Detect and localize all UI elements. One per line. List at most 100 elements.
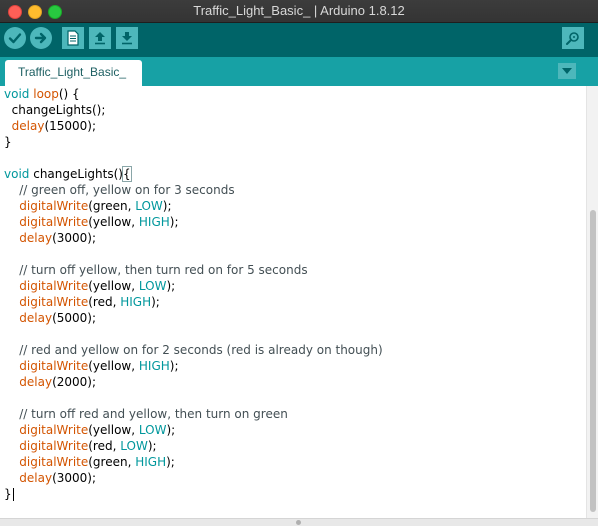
code-token: } [4, 487, 12, 501]
code-token: (yellow, [88, 215, 139, 229]
code-token: ); [169, 215, 179, 229]
chevron-down-icon [562, 68, 572, 74]
code-token: LOW [120, 439, 148, 453]
tab-bar: Traffic_Light_Basic_ [0, 57, 598, 86]
scrollbar-thumb[interactable] [590, 210, 596, 512]
serial-monitor-button[interactable] [562, 27, 584, 49]
code-line[interactable]: } [4, 134, 12, 150]
arduino-ide-window: Traffic_Light_Basic_ | Arduino 1.8.12 Tr… [0, 0, 598, 526]
code-line[interactable]: digitalWrite(green, HIGH); [4, 454, 175, 470]
code-line[interactable]: digitalWrite(yellow, HIGH); [4, 214, 179, 230]
code-token: digitalWrite [19, 359, 89, 373]
code-line[interactable]: delay(3000); [4, 470, 96, 486]
code-token: (green, [88, 455, 136, 469]
code-line[interactable]: void changeLights(){ [4, 166, 132, 182]
code-token: delay [11, 119, 45, 133]
code-token: (red, [88, 439, 121, 453]
code-line[interactable]: // turn off yellow, then turn red on for… [4, 262, 308, 278]
code-line[interactable]: // turn off red and yellow, then turn on… [4, 406, 288, 422]
code-token: ); [151, 295, 160, 309]
code-token: delay [19, 375, 53, 389]
open-sketch-button[interactable] [89, 27, 111, 49]
code-token: ); [166, 279, 176, 293]
code-token: (yellow, [88, 423, 139, 437]
code-line[interactable]: digitalWrite(yellow, LOW); [4, 278, 175, 294]
code-token: (red, [88, 295, 121, 309]
code-token: changeLights() [29, 167, 123, 181]
text-caret [12, 488, 14, 501]
code-token: (5000); [52, 311, 97, 325]
code-token: void [4, 167, 30, 181]
code-token: LOW [138, 279, 167, 293]
code-token: (yellow, [88, 279, 139, 293]
code-line[interactable]: digitalWrite(yellow, HIGH); [4, 358, 179, 374]
code-line[interactable]: void loop() { [4, 86, 80, 102]
code-line[interactable]: digitalWrite(green, LOW); [4, 198, 172, 214]
code-line[interactable]: delay(15000); [4, 118, 96, 134]
code-token: (15000); [44, 119, 97, 133]
code-token: (3000); [52, 231, 97, 245]
code-token: { [121, 166, 132, 182]
divider-handle-icon[interactable] [296, 520, 301, 525]
checkmark-icon [8, 33, 22, 44]
vertical-scrollbar[interactable] [586, 86, 598, 518]
window-title: Traffic_Light_Basic_ | Arduino 1.8.12 [193, 3, 405, 18]
code-token: (2000); [52, 375, 97, 389]
code-token: HIGH [135, 455, 167, 469]
code-line[interactable]: delay(5000); [4, 310, 96, 326]
code-token: // turn off yellow, then turn red on for… [4, 263, 308, 277]
code-line[interactable]: digitalWrite(red, LOW); [4, 438, 156, 454]
arrow-down-icon [122, 32, 132, 45]
code-line[interactable]: digitalWrite(yellow, LOW); [4, 422, 175, 438]
tab-sketch[interactable]: Traffic_Light_Basic_ [5, 60, 142, 86]
code-token: (3000); [52, 471, 97, 485]
code-line[interactable]: delay(3000); [4, 230, 96, 246]
code-token: digitalWrite [19, 439, 89, 453]
code-line[interactable]: digitalWrite(red, HIGH); [4, 294, 160, 310]
code-token: digitalWrite [19, 455, 89, 469]
code-token: LOW [138, 423, 167, 437]
code-line[interactable]: delay(2000); [4, 374, 96, 390]
code-line[interactable]: // green off, yellow on for 3 seconds [4, 182, 234, 198]
code-token: } [4, 135, 12, 149]
code-token: void [4, 87, 30, 101]
code-editor[interactable]: void loop() { changeLights(); delay(1500… [0, 86, 586, 518]
save-sketch-button[interactable] [116, 27, 138, 49]
code-token: ); [169, 359, 179, 373]
tab-menu-button[interactable] [558, 63, 576, 79]
code-token: (green, [88, 199, 136, 213]
code-token: digitalWrite [19, 215, 89, 229]
code-token: loop [33, 87, 59, 101]
upload-button[interactable] [30, 27, 52, 49]
console-divider[interactable] [0, 518, 598, 526]
code-line[interactable]: // red and yellow on for 2 seconds (red … [4, 342, 383, 358]
code-line[interactable]: changeLights(); [4, 102, 106, 118]
new-sketch-button[interactable] [62, 27, 84, 49]
code-token: ); [166, 423, 176, 437]
magnifier-icon [566, 32, 579, 45]
arrow-right-icon [34, 32, 47, 44]
code-token: delay [19, 231, 53, 245]
code-token: delay [19, 471, 53, 485]
new-file-icon [67, 30, 79, 46]
code-token: // turn off red and yellow, then turn on… [4, 407, 288, 421]
verify-button[interactable] [4, 27, 26, 49]
code-token: changeLights(); [4, 103, 106, 117]
code-token: ); [166, 455, 175, 469]
code-token: ); [162, 199, 172, 213]
code-token: // red and yellow on for 2 seconds (red … [4, 343, 383, 357]
code-token: digitalWrite [19, 279, 89, 293]
code-token: () { [58, 87, 80, 101]
code-line[interactable]: } [4, 486, 14, 502]
